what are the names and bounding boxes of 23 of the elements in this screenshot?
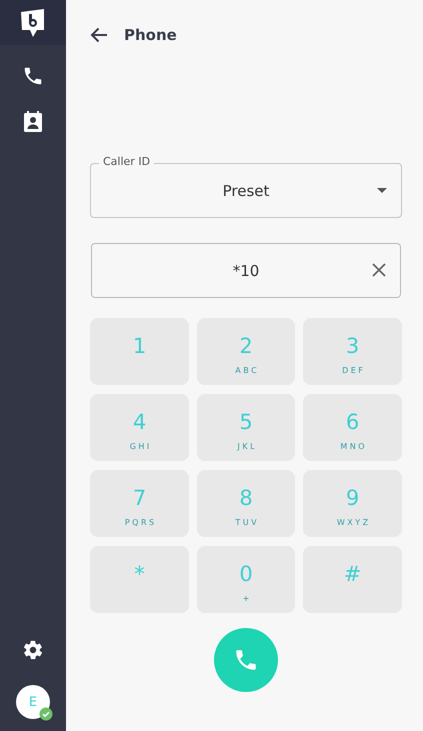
user-avatar[interactable]: E — [16, 685, 50, 719]
dial-key[interactable]: 7 PQRS — [90, 470, 189, 537]
phone-icon[interactable] — [22, 65, 44, 87]
number-field[interactable]: *10 — [91, 243, 401, 298]
dial-key[interactable]: 8 TUV — [197, 470, 295, 537]
status-check-icon — [39, 707, 53, 721]
caret-icon — [377, 188, 387, 193]
dial-key[interactable]: 5 JKL — [197, 394, 295, 461]
back-arrow-icon[interactable] — [90, 27, 108, 43]
dial-key[interactable]: 9 WXYZ — [303, 470, 402, 537]
contact-card-icon[interactable] — [23, 111, 43, 133]
logo-icon — [20, 8, 46, 38]
dial-key[interactable]: 4 GHI — [90, 394, 189, 461]
page-title: Phone — [124, 26, 177, 44]
settings-icon[interactable] — [22, 639, 44, 661]
dial-key[interactable]: 0 + — [197, 546, 295, 613]
dial-key[interactable]: 1 — [90, 318, 189, 385]
close-icon[interactable] — [371, 262, 387, 278]
dial-key[interactable]: * — [90, 546, 189, 613]
dial-key[interactable]: 3 DEF — [303, 318, 402, 385]
dial-key[interactable]: 6 MNO — [303, 394, 402, 461]
dial-key[interactable]: 2 ABC — [197, 318, 295, 385]
dial-key[interactable]: # — [303, 546, 402, 613]
